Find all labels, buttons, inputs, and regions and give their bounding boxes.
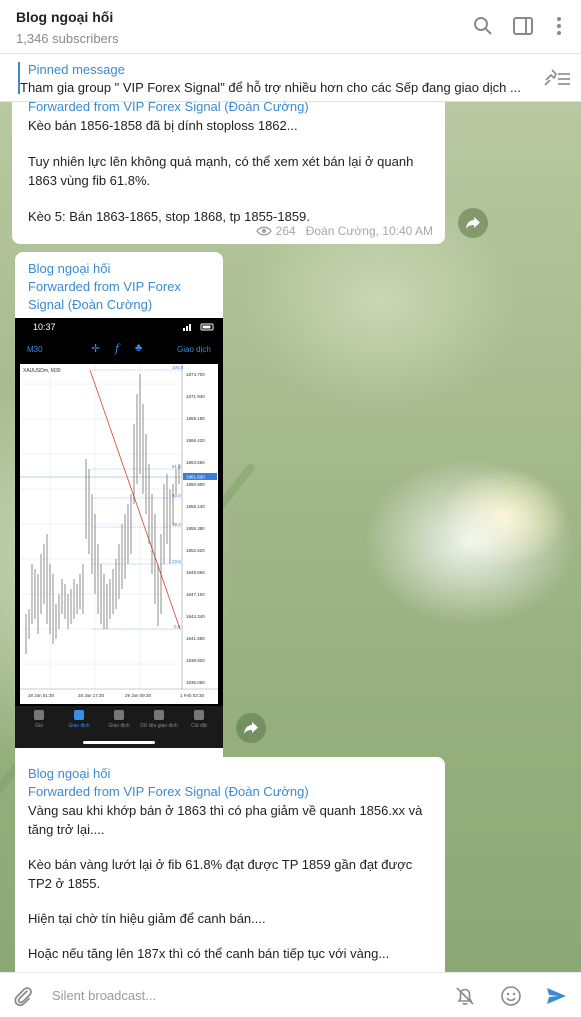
pinned-label: Pinned message: [28, 62, 125, 77]
svg-text:1852.620: 1852.620: [186, 548, 205, 553]
message-meta: 264 Đoàn Cường, 10:40 AM: [255, 224, 433, 238]
subscriber-count: 1,346 subscribers: [16, 31, 119, 46]
pinned-text: Tham gia group " VIP Forex Signal" để hỗ…: [20, 80, 521, 95]
svg-text:1836.060: 1836.060: [186, 680, 205, 685]
silent-bell-icon[interactable]: [454, 985, 476, 1007]
forwarded-from[interactable]: Forwarded from VIP Forex Signal (Đoàn Cư…: [28, 102, 309, 116]
svg-text:1871.940: 1871.940: [186, 394, 205, 399]
phone-status-bar: 10:37: [15, 318, 223, 336]
eye-icon: [255, 226, 272, 236]
message-bubble[interactable]: Forwarded from VIP Forex Signal (Đoàn Cư…: [12, 102, 445, 244]
phone-tab-bar: Giá Giao dịch Giao dịch Dữ liệu giao dịc…: [15, 706, 223, 748]
svg-text:1844.340: 1844.340: [186, 614, 205, 619]
phone-tab: Giao dịch: [99, 710, 139, 729]
send-icon[interactable]: [545, 985, 567, 1007]
svg-text:1838.820: 1838.820: [186, 658, 205, 663]
chart-canvas: XAUUSDm, M30 100.0 61.8 50.0 38.2 23.6 0…: [20, 364, 218, 704]
svg-text:100.0: 100.0: [172, 365, 184, 370]
svg-text:50.0: 50.0: [172, 493, 181, 498]
forwarded-from[interactable]: Forwarded from VIP Forex Signal (Đoàn Cư…: [28, 783, 309, 801]
current-price-text: 1861.830: [186, 475, 205, 480]
forward-button[interactable]: [236, 713, 266, 743]
more-icon[interactable]: [548, 15, 570, 37]
view-count: 264: [275, 224, 296, 238]
svg-text:1874.700: 1874.700: [186, 372, 205, 377]
svg-text:28 Jan 01:30: 28 Jan 01:30: [28, 693, 55, 698]
forwarded-from[interactable]: Forwarded from VIP Forex: [28, 278, 181, 296]
pin-list-icon[interactable]: [543, 68, 571, 88]
candlestick-chart: XAUUSDm, M30 100.0 61.8 50.0 38.2 23.6 0…: [20, 364, 218, 704]
share-arrow-icon: [244, 722, 258, 734]
message-line: Hiện tại chờ tín hiệu giảm để canh bán..…: [28, 911, 266, 926]
message-line: Kèo bán 1856-1858 đã bị dính stoploss 18…: [28, 118, 298, 133]
message-line: 1863 vùng fib 61.8%.: [28, 173, 151, 188]
message-line: Kèo bán vàng lướt lại ở fib 61.8% đạt đư…: [28, 857, 413, 872]
channel-title[interactable]: Blog ngoại hối: [16, 9, 113, 25]
message-line: Vàng sau khi khớp bán ở 1863 thì có pha …: [28, 803, 423, 818]
svg-text:1858.140: 1858.140: [186, 504, 205, 509]
svg-text:1860.900: 1860.900: [186, 482, 205, 487]
channel-name[interactable]: Blog ngoại hối: [28, 260, 110, 278]
search-icon[interactable]: [472, 15, 494, 37]
svg-text:1841.580: 1841.580: [186, 636, 205, 641]
crosshair-icon: ✛: [91, 343, 101, 355]
share-arrow-icon: [466, 217, 480, 229]
svg-text:28 Jan 17:30: 28 Jan 17:30: [78, 693, 105, 698]
svg-text:1 Feb 03:30: 1 Feb 03:30: [180, 693, 205, 698]
battery-signal-icon: [183, 323, 214, 331]
phone-tab: Cài đặt: [179, 710, 219, 729]
channel-name[interactable]: Blog ngoại hối: [28, 765, 110, 783]
message-composer: Silent broadcast...: [0, 972, 581, 1017]
svg-text:1866.420: 1866.420: [186, 438, 205, 443]
svg-text:1847.100: 1847.100: [186, 592, 205, 597]
phone-time: 10:37: [33, 322, 56, 332]
attached-screenshot[interactable]: 10:37 M30 ✛ f ♣ Giao dịch XAUUSDm, M30 1…: [15, 318, 223, 748]
phone-tab: Giá: [19, 710, 59, 729]
svg-text:29 Jan 09:30: 29 Jan 09:30: [125, 693, 152, 698]
price-axis: 1874.700 1871.940 1869.180 1866.420 1863…: [186, 372, 205, 685]
pinned-message[interactable]: Pinned message Tham gia group " VIP Fore…: [0, 54, 581, 102]
function-icon: f: [115, 342, 120, 355]
message-line: Tuy nhiên lực lên không quá mạnh, có thể…: [28, 154, 414, 169]
add-object-icon: ♣: [135, 342, 143, 354]
svg-text:38.2: 38.2: [172, 522, 181, 527]
phone-tab-active: Giao dịch: [59, 710, 99, 729]
sidebar-toggle-icon[interactable]: [512, 15, 534, 37]
timeframe-label: M30: [27, 345, 43, 354]
attach-icon[interactable]: [12, 985, 34, 1007]
svg-text:1849.860: 1849.860: [186, 570, 205, 575]
svg-text:1855.380: 1855.380: [186, 526, 205, 531]
phone-tab: Dữ liệu giao dịch: [139, 710, 179, 729]
svg-text:1863.660: 1863.660: [186, 460, 205, 465]
message-input[interactable]: Silent broadcast...: [52, 988, 156, 1003]
message-list[interactable]: Forwarded from VIP Forex Signal (Đoàn Cư…: [0, 102, 581, 972]
message-bubble[interactable]: Blog ngoại hối Forwarded from VIP Forex …: [15, 757, 445, 972]
message-line: TP2 ở 1855.: [28, 876, 101, 891]
chart-title: XAUUSDm, M30: [23, 368, 61, 374]
chat-header: Blog ngoại hối 1,346 subscribers: [0, 0, 581, 54]
author-time: Đoàn Cường, 10:40 AM: [305, 224, 433, 238]
trade-label: Giao dịch: [177, 345, 211, 354]
phone-chart-toolbar: M30 ✛ f ♣ Giao dịch: [15, 336, 223, 362]
svg-text:61.8: 61.8: [172, 464, 181, 469]
home-indicator: [83, 741, 155, 744]
message-line: tăng trở lại....: [28, 822, 105, 837]
forward-button[interactable]: [458, 208, 488, 238]
svg-text:1869.180: 1869.180: [186, 416, 205, 421]
svg-text:23.6: 23.6: [172, 559, 181, 564]
forwarded-from-cont[interactable]: Signal (Đoàn Cường): [28, 296, 152, 314]
message-line: Hoặc nếu tăng lên 187x thì có thể canh b…: [28, 946, 390, 961]
emoji-icon[interactable]: [500, 985, 522, 1007]
